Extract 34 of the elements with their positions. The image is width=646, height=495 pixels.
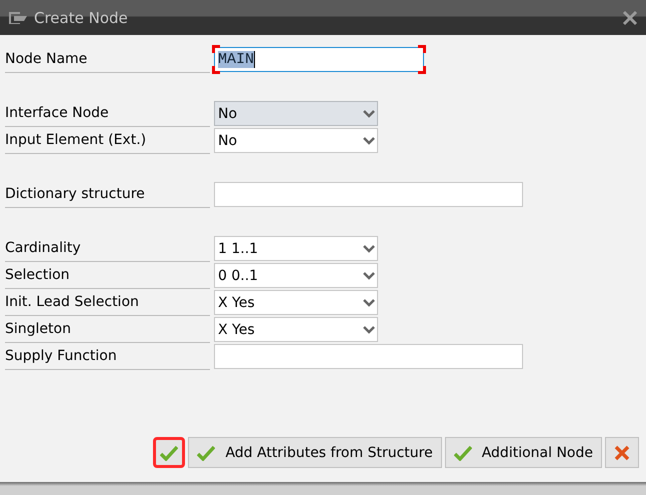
input-field[interactable] — [214, 182, 523, 207]
checkmark-icon — [197, 444, 216, 460]
confirm-button[interactable]: Additional Node — [444, 437, 602, 468]
confirm-button[interactable]: Add Attributes from Structure — [188, 437, 442, 468]
checkmark-icon — [454, 444, 472, 460]
field-label: Dictionary structure — [5, 181, 210, 208]
chevron-down-icon — [363, 326, 375, 334]
chevron-down-icon — [363, 110, 375, 118]
window-icon — [8, 10, 28, 24]
dropdown[interactable]: No — [214, 128, 378, 153]
window-title: Create Node — [34, 8, 129, 26]
dropdown[interactable]: 1 1..1 — [214, 236, 378, 261]
input-field[interactable]: MAIN — [214, 47, 424, 72]
field-label: Node Name — [5, 46, 210, 73]
chevron-down-icon — [363, 298, 375, 306]
confirm-button[interactable] — [153, 437, 186, 468]
input-field[interactable] — [214, 344, 523, 369]
checkmark-icon — [160, 444, 178, 460]
close-icon — [614, 444, 630, 460]
cancel-button[interactable] — [605, 437, 639, 468]
field-label: Cardinality — [5, 235, 210, 262]
field-label: Selection — [5, 262, 210, 289]
chevron-down-icon — [363, 272, 375, 280]
dropdown[interactable]: 0 0..1 — [214, 263, 378, 288]
close-icon[interactable] — [622, 10, 638, 26]
dropdown[interactable]: X Yes — [214, 317, 378, 342]
field-label: Init. Lead Selection — [5, 289, 210, 316]
field-label: Input Element (Ext.) — [5, 127, 210, 154]
field-label: Interface Node — [5, 100, 210, 127]
chevron-down-icon — [363, 136, 375, 144]
field-label: Supply Function — [5, 343, 210, 370]
dropdown[interactable]: X Yes — [214, 290, 378, 315]
chevron-down-icon — [363, 244, 375, 252]
field-label: Singleton — [5, 316, 210, 343]
